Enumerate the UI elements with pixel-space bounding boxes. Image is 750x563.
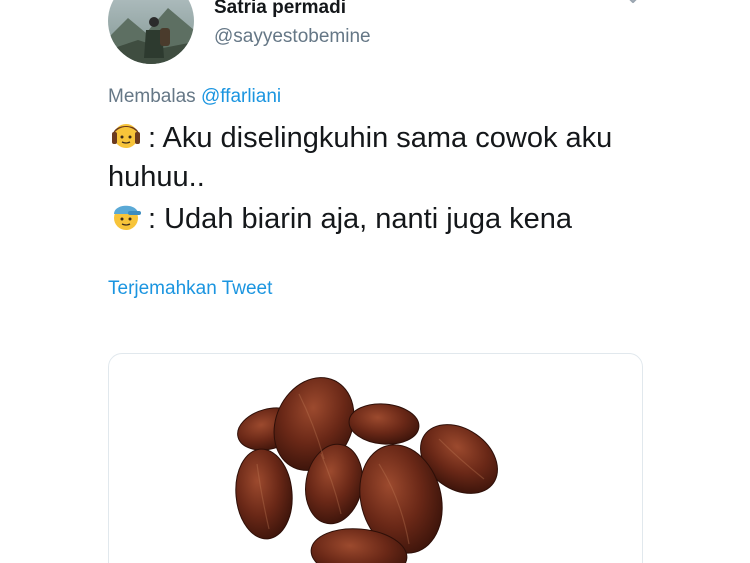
reply-mention-link[interactable]: @ffarliani <box>201 86 281 107</box>
translate-tweet-link[interactable]: Terjemahkan Tweet <box>108 278 272 300</box>
author-display-name[interactable]: Satria permadi <box>214 0 346 19</box>
reply-context: Membalas @ffarliani <box>108 86 281 108</box>
boy-cap-emoji-icon <box>108 197 144 233</box>
tweet-line: huhuu.. <box>108 158 668 197</box>
dates-fruit-image <box>235 377 498 563</box>
tweet-line-text: : Udah biarin aja, nanti juga kena <box>148 203 573 235</box>
avatar[interactable] <box>108 0 194 64</box>
tweet-line: : Udah biarin aja, nanti juga kena <box>108 197 668 239</box>
author-handle[interactable]: @sayyestobemine <box>214 26 371 48</box>
tweet-line-text: huhuu.. <box>108 161 205 193</box>
tweet-media-card[interactable] <box>108 353 643 563</box>
reply-prefix: Membalas <box>108 86 196 107</box>
chevron-down-icon[interactable] <box>622 0 644 8</box>
tweet-text: : Aku diselingkuhin sama cowok aku huhuu… <box>108 116 668 239</box>
tweet-line: : Aku diselingkuhin sama cowok aku <box>108 116 668 158</box>
tweet-line-text: : Aku diselingkuhin sama cowok aku <box>148 122 613 154</box>
girl-emoji-icon <box>108 116 144 152</box>
